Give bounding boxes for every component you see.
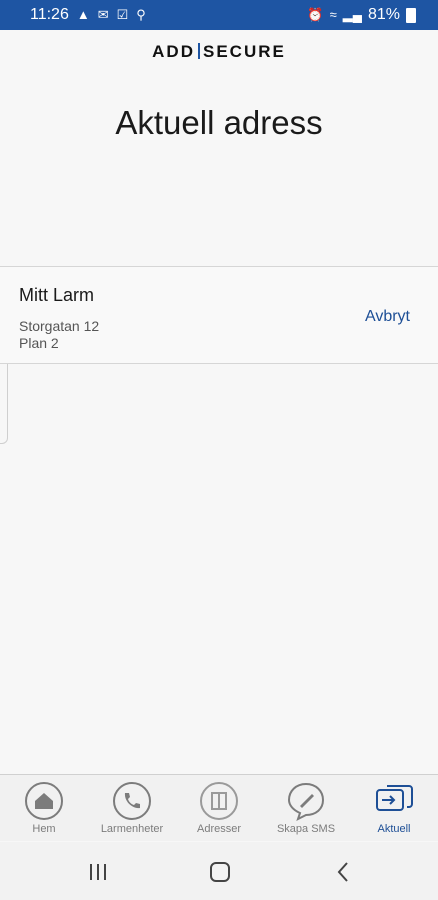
app-logo: ADD SECURE bbox=[0, 42, 438, 62]
signal-icon: ▂▄ bbox=[342, 7, 362, 22]
status-bar: 11:26 ▲ ✉ ☑ ⚲ ⏰ ≈ ▂▄ 81% bbox=[0, 0, 438, 30]
current-address-card: Mitt Larm Storgatan 12 Plan 2 Avbryt bbox=[0, 266, 438, 364]
tab-addresses[interactable]: Adresser bbox=[179, 781, 259, 835]
logo-text-left: ADD bbox=[152, 42, 195, 61]
tab-create-sms[interactable]: Skapa SMS bbox=[266, 781, 346, 835]
address-name: Mitt Larm bbox=[19, 285, 95, 305]
tab-current[interactable]: Aktuell bbox=[354, 781, 434, 835]
address-book-icon bbox=[200, 782, 238, 820]
tab-home[interactable]: Hem bbox=[4, 781, 84, 835]
compose-sms-icon bbox=[287, 782, 325, 821]
current-address-icon bbox=[376, 785, 413, 811]
tab-label: Skapa SMS bbox=[276, 823, 336, 835]
phone-icon bbox=[113, 782, 151, 820]
location-icon: ⚲ bbox=[136, 7, 146, 22]
mail-icon: ✉ bbox=[97, 7, 109, 22]
address-floor: Plan 2 bbox=[19, 335, 59, 351]
home-nav-icon[interactable] bbox=[208, 860, 232, 884]
wifi-icon: ≈ bbox=[329, 7, 337, 22]
tab-label: Aktuell bbox=[377, 823, 411, 835]
page-title: Aktuell adress bbox=[115, 104, 323, 141]
status-time: 11:26 bbox=[30, 6, 69, 23]
logo-text-right: SECURE bbox=[202, 42, 286, 61]
recent-apps-icon[interactable] bbox=[86, 860, 110, 884]
bottom-tab-bar: Hem Larmenheter Adresser Skapa SMS Aktue… bbox=[0, 774, 438, 841]
notification-icon: ▲ bbox=[76, 7, 90, 22]
tab-label: Adresser bbox=[196, 823, 242, 835]
system-nav-bar bbox=[0, 842, 438, 900]
battery-icon bbox=[406, 7, 416, 23]
address-street: Storgatan 12 bbox=[19, 318, 100, 334]
home-icon bbox=[25, 782, 63, 820]
cancel-button[interactable]: Avbryt bbox=[365, 308, 410, 326]
alarm-icon: ⏰ bbox=[307, 7, 324, 22]
battery-level: 81% bbox=[367, 6, 400, 23]
tab-label: Larmenheter bbox=[100, 823, 164, 835]
tab-label: Hem bbox=[32, 823, 56, 835]
back-icon[interactable] bbox=[332, 860, 356, 884]
checkbox-icon: ☑ bbox=[116, 7, 129, 22]
tab-alarm-units[interactable]: Larmenheter bbox=[92, 781, 172, 835]
logo-divider bbox=[197, 43, 200, 59]
